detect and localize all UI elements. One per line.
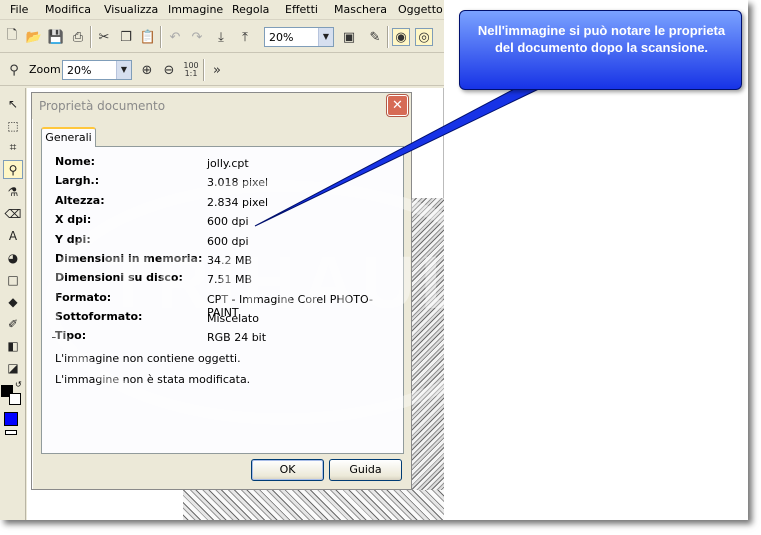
eraser-icon[interactable]: ⌫: [3, 204, 23, 223]
save-icon[interactable]: 💾: [47, 28, 65, 46]
workspace-edge: [443, 88, 444, 198]
scanned-image-preview-bottom: [183, 490, 444, 520]
property-row: Nome: jolly.cpt: [55, 155, 395, 171]
eyedropper-icon[interactable]: ⚗: [3, 182, 23, 201]
property-label: Altezza:: [55, 194, 105, 207]
toolbar-separator: [203, 59, 205, 81]
zoom-tool-icon: ⚲: [9, 62, 19, 78]
paste-icon[interactable]: 📋: [139, 28, 157, 46]
property-value: jolly.cpt: [207, 157, 249, 170]
menu-regola[interactable]: Regola: [232, 3, 269, 16]
menu-bar: File Modifica Visualizza Immagine Regola…: [0, 0, 444, 20]
pick-tool-icon[interactable]: ↖: [3, 94, 23, 113]
standard-toolbar: 🗋 📂 💾 ⎙ ✂ ❐ 📋 ↶ ↷ ⤓ ⤒ 20% ▼ ▣ ✎ ◉ ◎: [0, 21, 444, 53]
menu-modifica[interactable]: Modifica: [45, 3, 91, 16]
effect-tool-icon[interactable]: ◧: [3, 336, 23, 355]
zoom-tool-active-icon[interactable]: ⚲: [3, 160, 23, 179]
mask-overlay-icon[interactable]: ◎: [415, 28, 433, 46]
zoom-level-select[interactable]: 20% ▼: [264, 27, 334, 47]
zoom-in-icon[interactable]: ⊕: [138, 61, 156, 79]
menu-maschera[interactable]: Maschera: [334, 3, 387, 16]
copy-icon[interactable]: ❐: [117, 28, 135, 46]
menu-visualizza[interactable]: Visualizza: [104, 3, 158, 16]
export-icon[interactable]: ⤒: [236, 28, 254, 46]
mask-rectangle-icon[interactable]: ⬚: [3, 116, 23, 135]
rectangle-tool-icon[interactable]: □: [3, 270, 23, 289]
red-eye-icon[interactable]: ◕: [3, 248, 23, 267]
ok-button[interactable]: OK: [251, 459, 324, 481]
zoom-out-icon[interactable]: ⊖: [160, 61, 178, 79]
zoom-label: Zoom: [29, 63, 61, 76]
show-mask-icon[interactable]: ◉: [392, 28, 410, 46]
open-file-icon[interactable]: 📂: [25, 28, 43, 46]
cut-icon[interactable]: ✂: [95, 28, 113, 46]
property-label: Nome:: [55, 155, 96, 168]
toolbar-separator: [387, 26, 389, 48]
text-tool-icon[interactable]: A: [3, 226, 23, 245]
close-icon[interactable]: ✕: [387, 95, 408, 116]
dialog-title: Proprietà documento: [39, 99, 166, 113]
print-icon[interactable]: ⎙: [69, 28, 87, 46]
more-options-icon[interactable]: »: [208, 61, 226, 79]
fill-tool-icon[interactable]: ◆: [3, 292, 23, 311]
full-screen-icon[interactable]: ▣: [340, 28, 358, 46]
paper-color-swatch[interactable]: [5, 430, 17, 435]
menu-file[interactable]: File: [10, 3, 28, 16]
menu-oggetto[interactable]: Oggetto: [398, 3, 443, 16]
help-button[interactable]: Guida: [329, 459, 402, 481]
chevron-down-icon[interactable]: ▼: [116, 61, 131, 79]
callout-box: Nell'immagine si può notare le proprieta…: [459, 10, 742, 90]
crop-tool-icon[interactable]: ⌗: [3, 138, 23, 157]
zoom-level-value: 20%: [269, 31, 294, 44]
undo-icon[interactable]: ↶: [166, 28, 184, 46]
toolbox: ↖ ⬚ ⌗ ⚲ ⚗ ⌫ A ◕ □ ◆ ✐ ◧ ◪ ↺: [0, 88, 26, 520]
toolbar-separator: [160, 26, 162, 48]
zoom-100-icon[interactable]: 100 1:1: [182, 61, 200, 79]
tab-generali[interactable]: Generali: [41, 127, 96, 147]
toolbar-separator: [90, 26, 92, 48]
background-color-swatch[interactable]: [9, 393, 21, 405]
fill-color-swatch[interactable]: [4, 412, 18, 426]
zoom-value: 20%: [67, 64, 92, 77]
redo-icon[interactable]: ↷: [188, 28, 206, 46]
zoom-100-sublabel: 1:1: [184, 69, 198, 78]
property-label: Largh.:: [55, 174, 100, 187]
menu-immagine[interactable]: Immagine: [168, 3, 223, 16]
chevron-down-icon[interactable]: ▼: [318, 28, 333, 46]
zoom-property-bar: ⚲ Zoom 20% ▼ ⊕ ⊖ 100 1:1 »: [0, 54, 444, 86]
zoom-select[interactable]: 20% ▼: [62, 60, 132, 80]
new-file-icon[interactable]: 🗋: [3, 28, 21, 46]
watermark: TRIHAUL: [105, 241, 472, 324]
import-icon[interactable]: ⤓: [212, 28, 230, 46]
menu-effetti[interactable]: Effetti: [285, 3, 318, 16]
swap-colors-icon[interactable]: ↺: [15, 380, 22, 389]
mask-tool-icon[interactable]: ✎: [366, 28, 384, 46]
property-label: X dpi:: [55, 213, 92, 226]
callout-text: Nell'immagine si può notare le proprieta…: [477, 23, 726, 55]
image-sprayer-icon[interactable]: ◪: [3, 358, 23, 377]
paint-tool-icon[interactable]: ✐: [3, 314, 23, 333]
dialog-titlebar: Proprietà documento ✕: [32, 93, 411, 119]
